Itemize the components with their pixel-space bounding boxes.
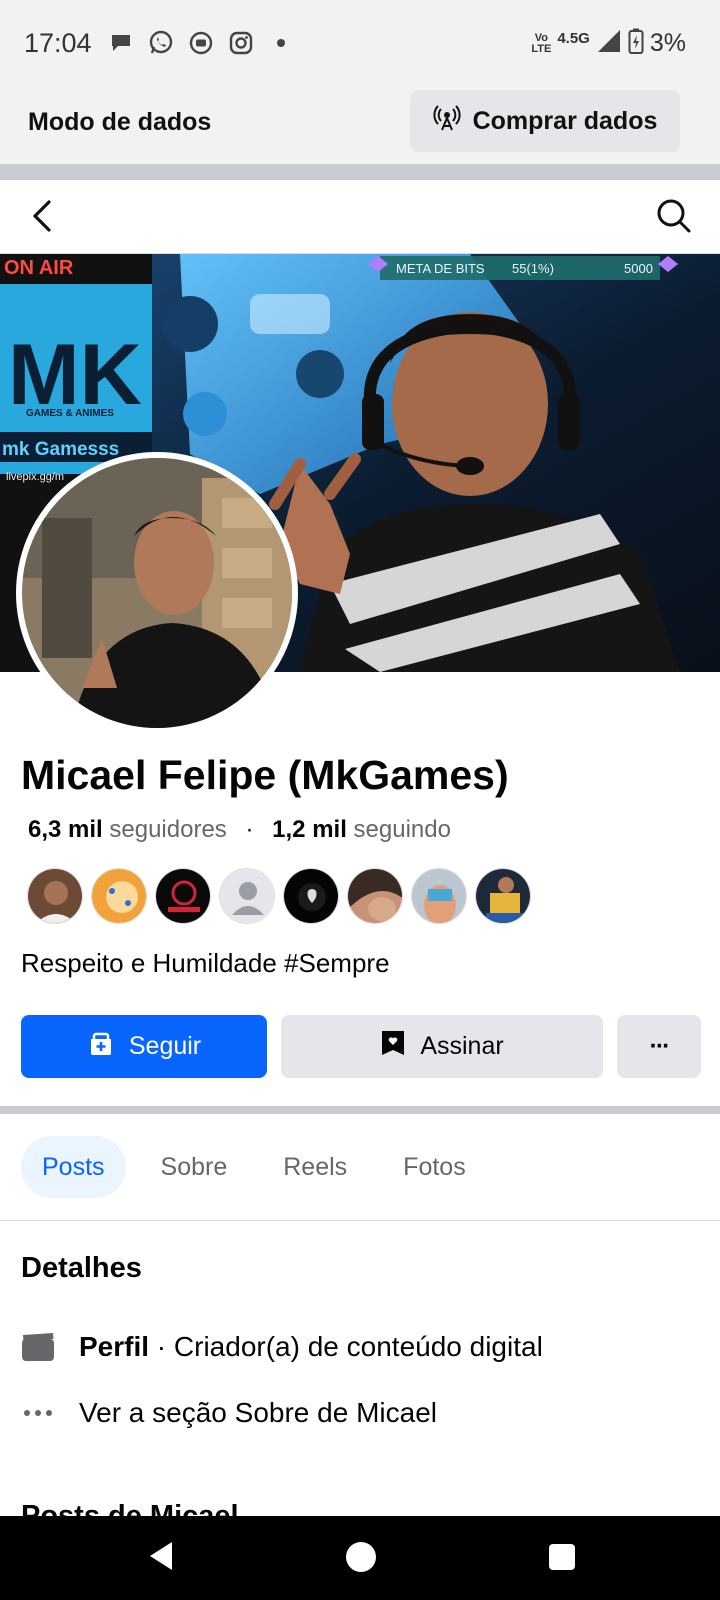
volte-indicator: Vo LTE (531, 31, 552, 55)
livepix-text: livepix.gg/m (6, 471, 64, 483)
following-label[interactable]: seguindo (354, 816, 451, 843)
whatsapp-icon (148, 30, 174, 56)
notification-icons (108, 30, 294, 56)
youtube-icon (188, 30, 214, 56)
friend-avatar[interactable] (91, 868, 147, 924)
signal-icon (596, 28, 622, 59)
mutual-friends-row[interactable] (27, 868, 531, 924)
clapperboard-icon (21, 1330, 55, 1364)
top-navigation (0, 180, 720, 254)
see-about-link[interactable]: Ver a seção Sobre de Micael (79, 1397, 437, 1429)
tabs-divider (0, 1220, 720, 1221)
back-button[interactable] (24, 196, 64, 236)
bits-goal-label: META DE BITS (396, 261, 485, 276)
data-mode-banner: Modo de dados Comprar dados (0, 88, 720, 164)
channel-name-text: mk Gamesss (2, 439, 119, 460)
follow-stats: 6,3 mil seguidores · 1,2 mil seguindo (28, 816, 451, 844)
profile-bio: Respeito e Humildade #Sempre (21, 948, 390, 978)
profile-category: · Criador(a) de conteúdo digital (149, 1331, 543, 1362)
system-back-button[interactable] (148, 1540, 174, 1577)
profile-type-label: Perfil (79, 1331, 150, 1362)
tab-photos[interactable]: Fotos (382, 1136, 487, 1198)
following-count[interactable]: 1,2 mil (272, 816, 347, 843)
profile-picture[interactable] (16, 452, 298, 734)
friend-avatar[interactable] (219, 868, 275, 924)
buy-data-label: Comprar dados (472, 106, 658, 135)
stats-separator: · (245, 816, 254, 843)
bits-goal-progress: 55(1%) (512, 261, 554, 276)
follow-label: Seguir (128, 1032, 202, 1060)
chat-bubble-icon (108, 30, 134, 56)
instagram-icon (228, 30, 254, 56)
status-bar: 17:04 Vo LTE 4.5G 3% (0, 0, 720, 88)
details-heading: Detalhes (21, 1252, 142, 1284)
tab-about[interactable]: Sobre (140, 1136, 249, 1198)
friend-avatar[interactable] (411, 868, 467, 924)
friend-avatar[interactable] (347, 868, 403, 924)
followers-label[interactable]: seguidores (109, 816, 226, 843)
data-mode-label: Modo de dados (28, 108, 212, 136)
badge-heart-icon (380, 1029, 406, 1064)
see-about-row[interactable]: Ver a seção Sobre de Micael (21, 1396, 437, 1430)
battery-percent: 3% (649, 29, 686, 57)
follow-icon (87, 1029, 115, 1064)
chevron-left-icon (33, 200, 51, 232)
network-type: 4.5G (557, 30, 590, 47)
games-animes-text: GAMES & ANIMES (26, 408, 114, 419)
broadcast-icon (433, 104, 461, 139)
follow-button[interactable]: Seguir (21, 1015, 267, 1078)
followers-count[interactable]: 6,3 mil (28, 816, 103, 843)
on-air-label: ON AIR (4, 257, 74, 279)
banner-divider (0, 164, 720, 180)
friend-avatar[interactable] (27, 868, 83, 924)
search-icon (657, 199, 691, 233)
tab-reels[interactable]: Reels (262, 1136, 368, 1198)
battery-icon (628, 28, 644, 59)
more-options-label: ··· (649, 1032, 671, 1060)
bits-goal-target: 5000 (624, 261, 653, 276)
subscribe-label: Assinar (420, 1032, 504, 1060)
friend-avatar[interactable] (283, 868, 339, 924)
search-button[interactable] (654, 196, 694, 236)
profile-name: Micael Felipe (MkGames) (21, 752, 509, 798)
system-navigation-bar (0, 1516, 720, 1600)
status-right: Vo LTE 4.5G 3% (531, 28, 686, 59)
section-divider (0, 1106, 720, 1114)
friend-avatar[interactable] (475, 868, 531, 924)
ellipsis-icon (21, 1396, 55, 1430)
tab-posts[interactable]: Posts (21, 1136, 126, 1198)
more-options-button[interactable]: ··· (617, 1015, 701, 1078)
profile-type-row: Perfil · Criador(a) de conteúdo digital (21, 1330, 543, 1364)
system-home-button[interactable] (346, 1542, 376, 1572)
friend-avatar[interactable] (155, 868, 211, 924)
subscribe-button[interactable]: Assinar (281, 1015, 603, 1078)
buy-data-button[interactable]: Comprar dados (410, 90, 680, 152)
system-recents-button[interactable] (549, 1544, 575, 1570)
status-time: 17:04 (24, 28, 92, 58)
triangle-back-icon (150, 1542, 172, 1570)
dot-icon (268, 30, 294, 56)
profile-tabs: Posts Sobre Reels Fotos (21, 1136, 501, 1198)
